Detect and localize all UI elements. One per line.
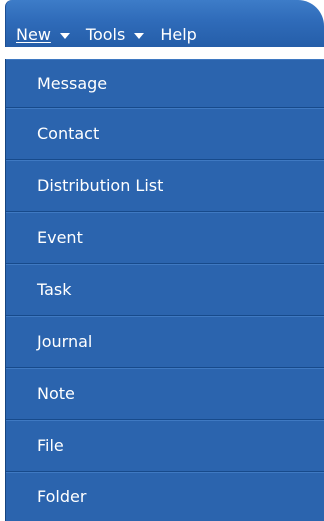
chevron-down-icon bbox=[134, 33, 145, 39]
new-dropdown-menu: Message Contact Distribution List Event … bbox=[5, 59, 324, 521]
menu-item-event[interactable]: Event bbox=[6, 212, 324, 264]
app-window: New Tools Help Message Contact Distribut… bbox=[0, 0, 324, 521]
menu-item-file[interactable]: File bbox=[6, 420, 324, 472]
menu-bar: New Tools Help bbox=[5, 0, 324, 47]
menu-item-journal[interactable]: Journal bbox=[6, 316, 324, 368]
menu-tools[interactable]: Tools bbox=[85, 25, 145, 45]
menu-help-label: Help bbox=[160, 25, 197, 44]
menu-item-contact[interactable]: Contact bbox=[6, 108, 324, 160]
chevron-down-icon bbox=[59, 33, 70, 39]
menu-item-message[interactable]: Message bbox=[6, 59, 324, 108]
menu-tools-label: Tools bbox=[85, 25, 126, 44]
menu-bar-items: New Tools Help bbox=[16, 25, 197, 45]
menu-help[interactable]: Help bbox=[160, 25, 196, 45]
menu-item-task[interactable]: Task bbox=[6, 264, 324, 316]
menu-item-note[interactable]: Note bbox=[6, 368, 324, 420]
menu-new-label: New bbox=[16, 25, 51, 44]
menu-new[interactable]: New bbox=[16, 25, 70, 45]
menu-item-folder[interactable]: Folder bbox=[6, 472, 324, 521]
menu-item-distribution-list[interactable]: Distribution List bbox=[6, 160, 324, 212]
